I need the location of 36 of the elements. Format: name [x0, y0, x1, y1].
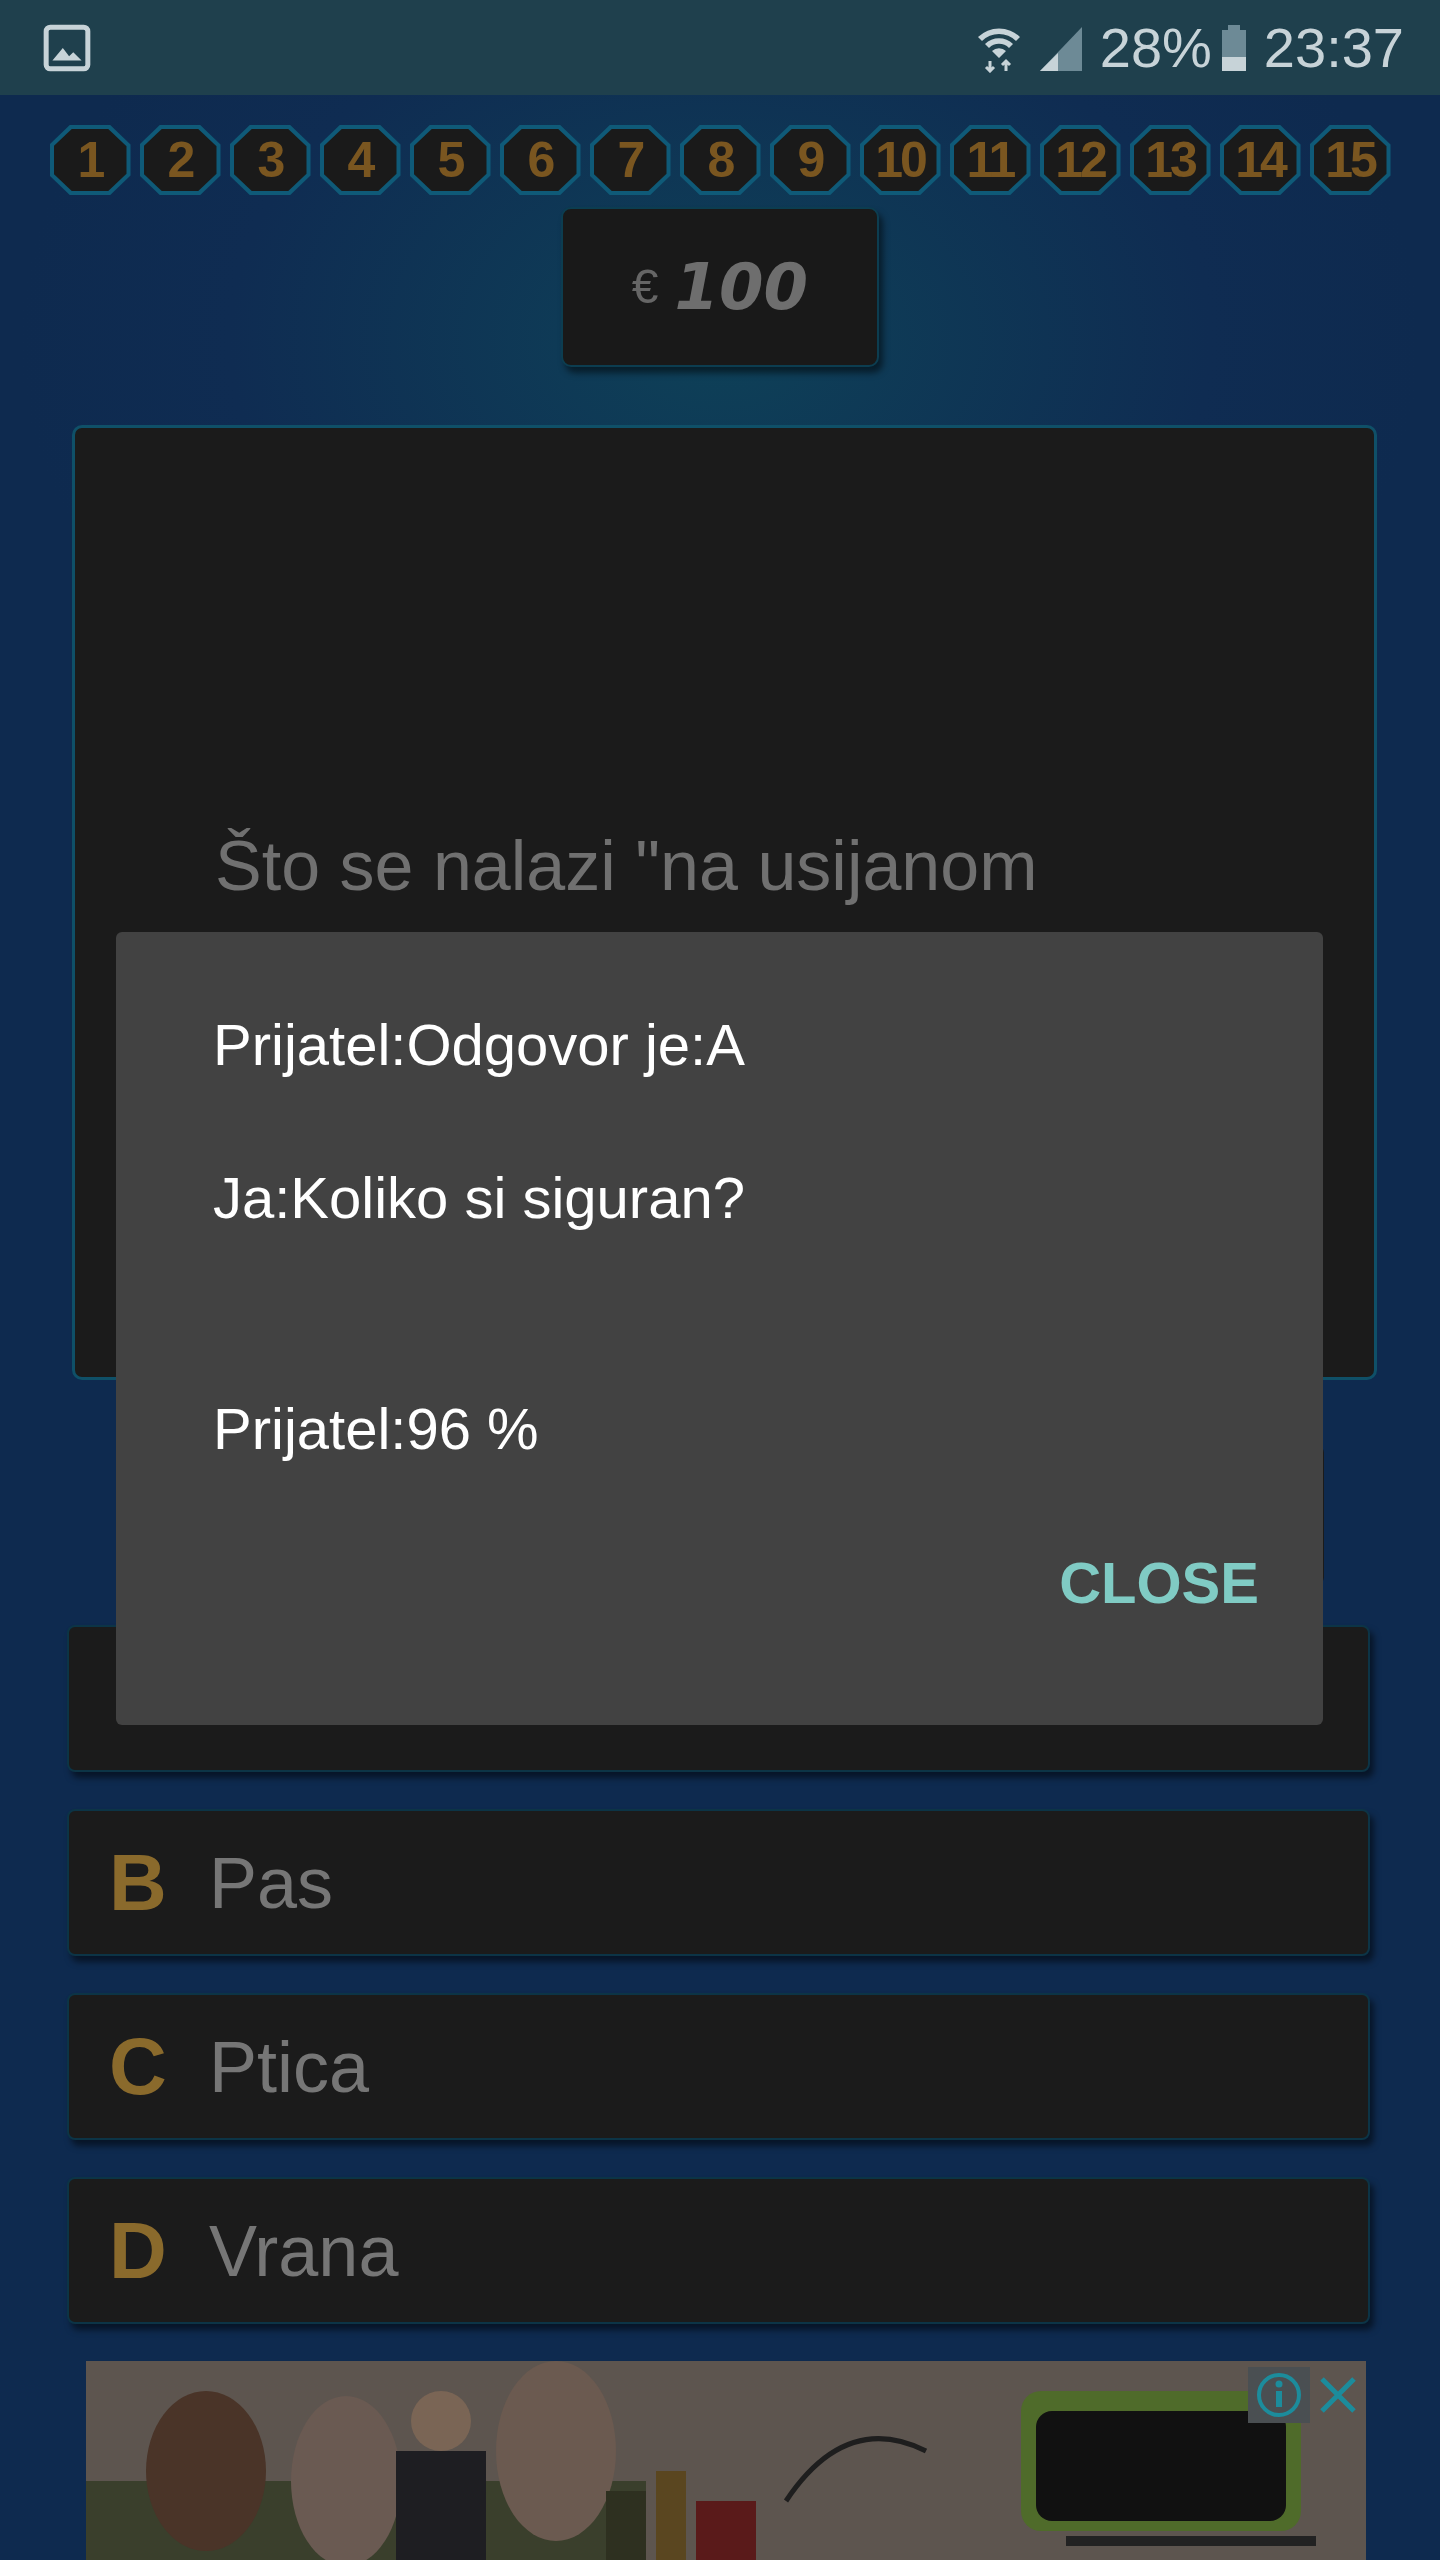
dialog-text: Prijatel:Odgovor je:A	[213, 1012, 746, 1079]
currency-symbol: €	[631, 259, 659, 315]
level-badge: 6	[499, 125, 581, 195]
info-icon[interactable]	[1248, 2367, 1310, 2423]
close-button[interactable]: CLOSE	[1059, 1539, 1259, 1627]
battery-icon	[1219, 22, 1248, 73]
answer-option[interactable]: D Vrana	[67, 2177, 1370, 2324]
level-badge: 11	[949, 125, 1031, 195]
gallery-icon	[42, 22, 92, 73]
level-badge: 15	[1309, 125, 1391, 195]
answer-letter: C	[109, 2020, 168, 2113]
level-badge: 8	[679, 125, 761, 195]
level-badge: 7	[589, 125, 671, 195]
level-badge: 12	[1039, 125, 1121, 195]
level-badge: 1	[49, 125, 131, 195]
answer-text: Pas	[209, 1841, 334, 1925]
answer-text: Ptica	[209, 2025, 370, 2109]
question-text: Što se nalazi "na usijanom	[215, 828, 1039, 905]
answer-letter: B	[109, 1836, 168, 1929]
dialog-text: Ja:Koliko si siguran?	[213, 1164, 746, 1232]
answer-option[interactable]: B Pas	[67, 1809, 1370, 1956]
clock: 23:37	[1263, 14, 1404, 81]
level-badge: 3	[229, 125, 311, 195]
battery-percent: 28%	[1099, 14, 1212, 81]
prize-amount: 100	[674, 249, 809, 326]
level-badge: 9	[769, 125, 851, 195]
dialog-text: Prijatel:96 %	[213, 1396, 540, 1464]
level-badge: 13	[1129, 125, 1211, 195]
level-badge: 4	[319, 125, 401, 195]
answer-option[interactable]: C Ptica	[67, 1993, 1370, 2140]
level-badge: 14	[1219, 125, 1301, 195]
level-badge: 2	[139, 125, 221, 195]
answer-letter: D	[109, 2204, 168, 2297]
level-badge: 10	[859, 125, 941, 195]
answer-text: Vrana	[209, 2209, 399, 2293]
level-badge: 5	[409, 125, 491, 195]
